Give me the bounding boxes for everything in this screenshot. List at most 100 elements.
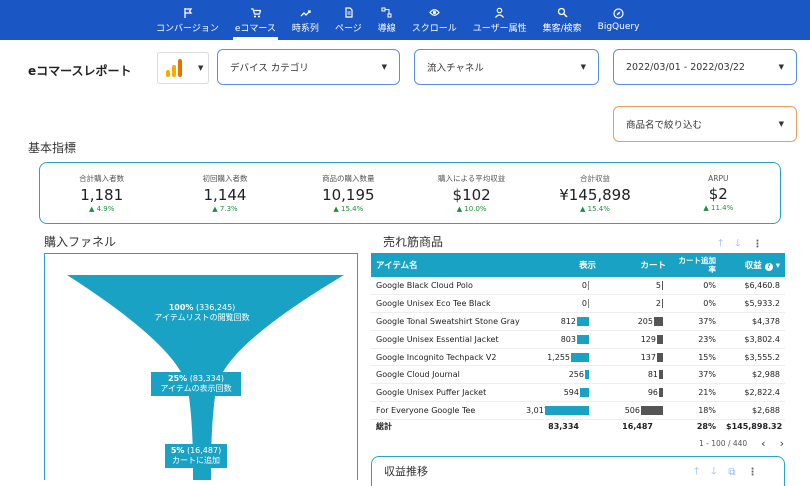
funnel-stage-2: 25% (83,334) アイテムの表示回数 xyxy=(151,372,241,396)
nav-tab-label: 集客/検索 xyxy=(542,23,582,34)
table-toolbar: 🡑 🡓 ⋮ xyxy=(718,236,762,253)
cart-rate: 18% xyxy=(671,401,721,420)
table-row[interactable]: Google Tonal Sweatshirt Stone Gray 812 205… xyxy=(371,312,785,331)
col-views[interactable]: 表示 xyxy=(521,253,601,277)
item-name: For Everyone Google Tee xyxy=(371,401,521,420)
cart-bar xyxy=(641,405,663,415)
sort-down-icon[interactable]: 🡓 xyxy=(735,236,740,253)
sort-up-icon[interactable]: 🡑 xyxy=(718,236,723,253)
table-header-row: アイテム名 表示 カート カート追加率 収益 ? ▾ xyxy=(371,253,785,277)
cart-cell: 2 xyxy=(601,294,671,314)
table-row[interactable]: Google Incognito Techpack V2 1,255 137 15% $… xyxy=(371,348,785,367)
property-selector[interactable]: ▼ xyxy=(157,52,209,84)
kpi-card: ARPU $2 ▲ 11.4% xyxy=(657,163,780,223)
product-filter-label: 商品名で絞り込む xyxy=(626,120,703,131)
cart-rate: 0% xyxy=(671,294,721,314)
arrow-up-icon: ▲ xyxy=(703,204,709,212)
cart-rate: 37% xyxy=(671,312,721,331)
sort-desc-icon[interactable]: ▾ xyxy=(776,261,780,271)
kpi-scorecards: 合計購入者数 1,181 ▲ 4.9% 初回購入者数 1,144 ▲ 7.3% 商品の購入数… xyxy=(39,162,781,224)
table-row[interactable]: Google Black Cloud Polo 0 5 0% $6,460.8 xyxy=(371,277,785,296)
chevron-down-icon: ▼ xyxy=(580,63,586,71)
kpi-label: 合計収益 xyxy=(579,174,610,183)
item-name: Google Cloud Journal xyxy=(371,365,521,385)
nav-tab-page[interactable]: ページ xyxy=(327,0,370,40)
nav-tab-flag[interactable]: コンバージョン xyxy=(148,0,227,40)
trend-icon xyxy=(300,9,311,16)
kpi-delta-value: 15.4% xyxy=(341,205,364,213)
cart-bar xyxy=(662,281,663,291)
nav-tab-search[interactable]: 集客/検索 xyxy=(535,0,590,40)
views-bar xyxy=(577,316,589,326)
cart-bar xyxy=(662,299,663,309)
col-cart-rate[interactable]: カート追加率 xyxy=(671,253,721,277)
arrow-up-icon: ▲ xyxy=(212,205,218,213)
cart-rate: 37% xyxy=(671,365,721,385)
search-icon xyxy=(557,7,568,17)
kpi-delta: ▲ 4.9% xyxy=(89,205,114,213)
col-cart[interactable]: カート xyxy=(601,253,671,277)
nav-tab-eye[interactable]: スクロール xyxy=(404,0,465,40)
views-bar xyxy=(571,352,589,362)
views-value: 803 xyxy=(560,334,576,344)
export-icon[interactable]: ⧉ xyxy=(728,467,735,478)
revenue: $3,555.2 xyxy=(721,348,785,367)
nav-tab-cart[interactable]: eコマース xyxy=(227,0,284,40)
cart-cell: 96 xyxy=(601,383,671,403)
kpi-label: 購入による平均収益 xyxy=(438,174,506,183)
channel-dropdown[interactable]: 流入チャネル ▼ xyxy=(414,49,599,85)
arrow-up-icon: ▲ xyxy=(456,205,463,213)
date-range-picker[interactable]: 2022/03/01 - 2022/03/22 ▼ xyxy=(613,49,797,85)
cart-bar xyxy=(659,388,663,398)
table-row[interactable]: Google Unisex Essential Jacket 803 129 23% $… xyxy=(371,330,785,349)
table-row[interactable]: Google Unisex Eco Tee Black 0 2 0% $5,933.2 xyxy=(371,294,785,314)
top-products-table: アイテム名 表示 カート カート追加率 収益 ? ▾ Google Black … xyxy=(371,253,785,433)
more-vert-icon[interactable]: ⋮ xyxy=(752,239,762,250)
views-cell: 0 xyxy=(521,277,601,296)
next-page-icon[interactable]: › xyxy=(780,437,784,450)
kpi-label: 合計購入者数 xyxy=(79,174,125,183)
cart-cell: 205 xyxy=(601,312,671,331)
funnel-stage-3-count: (16,487) xyxy=(186,446,222,455)
sort-down-icon[interactable]: 🡓 xyxy=(711,464,716,481)
nav-tab-compass[interactable]: BigQuery xyxy=(590,0,648,40)
help-icon[interactable]: ? xyxy=(764,263,773,271)
revenue: $6,460.8 xyxy=(721,277,785,296)
views-value: 256 xyxy=(568,370,584,380)
cart-value: 81 xyxy=(647,370,658,380)
sort-up-icon[interactable]: 🡑 xyxy=(694,464,699,481)
table-row[interactable]: Google Unisex Puffer Jacket 594 96 21% $2,82… xyxy=(371,383,785,403)
chevron-down-icon: ▼ xyxy=(778,120,784,128)
col-revenue[interactable]: 収益 ? ▾ xyxy=(721,253,785,277)
product-name-filter[interactable]: 商品名で絞り込む ▼ xyxy=(613,106,797,142)
channel-label: 流入チャネル xyxy=(427,63,484,74)
views-value: 3,017 xyxy=(526,405,549,415)
nav-tab-user[interactable]: ユーザー属性 xyxy=(465,0,535,40)
revenue: $5,933.2 xyxy=(721,294,785,314)
user-icon xyxy=(495,7,505,18)
col-item-name[interactable]: アイテム名 xyxy=(371,253,521,277)
more-vert-icon[interactable]: ⋮ xyxy=(748,467,758,478)
compass-icon xyxy=(613,8,624,19)
views-bar xyxy=(545,405,589,415)
kpi-card: 初回購入者数 1,144 ▲ 7.3% xyxy=(163,163,286,223)
nav-tab-trend[interactable]: 時系列 xyxy=(284,0,327,40)
arrow-up-icon: ▲ xyxy=(333,205,339,213)
table-row[interactable]: For Everyone Google Tee 3,017 506 18% $2,688 xyxy=(371,401,785,420)
kpi-card: 商品の購入数量 10,195 ▲ 15.4% xyxy=(287,163,410,223)
cart-cell: 137 xyxy=(601,348,671,367)
table-row[interactable]: Google Cloud Journal 256 81 37% $2,988 xyxy=(371,365,785,385)
cart-bar xyxy=(657,334,663,344)
table-total-row: 総計 83,334 16,487 28% $145,898.32 xyxy=(371,419,785,433)
item-name: Google Unisex Eco Tee Black xyxy=(371,294,521,314)
prev-page-icon[interactable]: ‹ xyxy=(761,437,765,450)
cart-value: 137 xyxy=(640,352,656,362)
funnel-stage-2-pct: 25% xyxy=(168,374,188,383)
flow-icon xyxy=(381,7,392,17)
views-cell: 3,017 xyxy=(521,401,601,420)
cart-value: 129 xyxy=(640,334,656,344)
device-category-dropdown[interactable]: デバイス カテゴリ ▼ xyxy=(217,49,400,85)
nav-tab-flow[interactable]: 導線 xyxy=(370,0,404,40)
cart-value: 96 xyxy=(647,388,658,398)
analytics-logo-icon xyxy=(166,59,184,77)
